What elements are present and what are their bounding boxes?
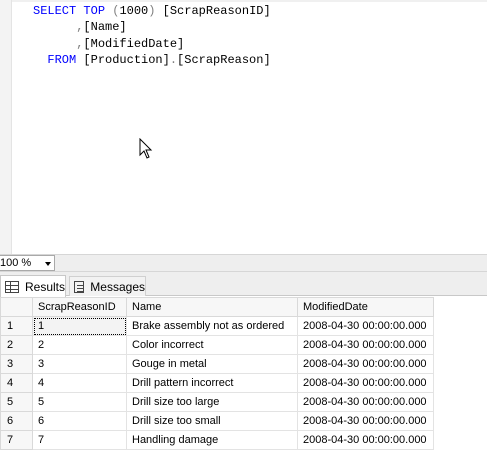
row-number[interactable]: 7 [0, 430, 33, 450]
tab-messages-label: Messages [90, 279, 145, 294]
table-row[interactable]: 3 3 Gouge in metal 2008-04-30 00:00:00.000 [0, 354, 434, 374]
table-row[interactable]: 4 4 Drill pattern incorrect 2008-04-30 00:0… [0, 373, 434, 393]
table-row[interactable]: 6 6 Drill size too small 2008-04-30 00:00:0… [0, 411, 434, 431]
sql-token: [ScrapReason] [177, 52, 271, 67]
cell-scrapreasonid[interactable]: 3 [32, 354, 127, 374]
cell-modifieddate[interactable]: 2008-04-30 00:00:00.000 [297, 354, 434, 374]
chevron-down-icon[interactable] [45, 262, 51, 266]
cell-modifieddate[interactable]: 2008-04-30 00:00:00.000 [297, 373, 434, 393]
tab-results-label: Results [24, 279, 65, 294]
code-line[interactable]: ,[Name] [33, 19, 271, 35]
cell-scrapreasonid[interactable]: 7 [32, 430, 127, 450]
cell-name[interactable]: Handling damage [126, 430, 298, 450]
column-header-scrapreasonid[interactable]: ScrapReasonID [32, 297, 127, 317]
cell-name[interactable]: Gouge in metal [126, 354, 298, 374]
column-header-name[interactable]: Name [126, 297, 298, 317]
column-header-modifieddate[interactable]: ModifiedDate [297, 297, 434, 317]
sql-token: [Production] [76, 52, 170, 67]
row-number[interactable]: 5 [0, 392, 33, 412]
cell-modifieddate[interactable]: 2008-04-30 00:00:00.000 [297, 392, 434, 412]
sql-token: [ModifiedDate] [83, 36, 185, 51]
sql-token: 1000 [119, 4, 149, 18]
cell-modifieddate[interactable]: 2008-04-30 00:00:00.000 [297, 335, 434, 355]
cell-name[interactable]: Drill size too large [126, 392, 298, 412]
messages-icon [74, 280, 85, 293]
zoom-value: 100 % [0, 257, 32, 269]
sql-keyword: TOP [83, 4, 106, 18]
code-line[interactable]: FROM [Production].[ScrapReason] [33, 52, 271, 68]
editor-status-bar: 100 % [0, 254, 487, 272]
row-number[interactable]: 4 [0, 373, 33, 393]
code-line[interactable]: SELECT TOP (1000) [ScrapReasonID] [33, 3, 271, 19]
cell-name[interactable]: Drill size too small [126, 411, 298, 431]
cell-scrapreasonid[interactable]: 6 [32, 411, 127, 431]
grid-icon [5, 280, 19, 293]
query-text[interactable]: SELECT TOP (1000) [ScrapReasonID] ,[Name… [33, 3, 271, 68]
tab-results[interactable]: Results [0, 275, 66, 297]
sql-token: [ScrapReasonID] [155, 4, 271, 18]
cell-name[interactable]: Drill pattern incorrect [126, 373, 298, 393]
row-number[interactable]: 6 [0, 411, 33, 431]
results-table: ScrapReasonID Name ModifiedDate 1 1 Brake … [0, 297, 434, 450]
cell-name[interactable]: Brake assembly not as ordered [126, 316, 298, 336]
zoom-select[interactable]: 100 % [0, 255, 55, 271]
cell-scrapreasonid[interactable]: 5 [32, 392, 127, 412]
table-row[interactable]: 1 1 Brake assembly not as ordered 2008-04-3… [0, 316, 434, 336]
tab-messages[interactable]: Messages [69, 276, 146, 296]
sql-token: . [169, 52, 178, 67]
row-number[interactable]: 1 [0, 316, 33, 336]
cell-name[interactable]: Color incorrect [126, 335, 298, 355]
header-row: ScrapReasonID Name ModifiedDate [0, 297, 434, 317]
cell-scrapreasonid[interactable]: 1 [32, 316, 127, 336]
sql-keyword: FROM [47, 52, 77, 67]
cell-modifieddate[interactable]: 2008-04-30 00:00:00.000 [297, 430, 434, 450]
grid-corner[interactable] [0, 297, 33, 317]
cell-modifieddate[interactable]: 2008-04-30 00:00:00.000 [297, 316, 434, 336]
editor-top-edge [12, 0, 487, 2]
row-number[interactable]: 2 [0, 335, 33, 355]
mouse-pointer-icon [139, 138, 153, 159]
cell-modifieddate[interactable]: 2008-04-30 00:00:00.000 [297, 411, 434, 431]
results-tab-strip: Results Messages [0, 272, 487, 297]
sql-keyword: SELECT [33, 4, 77, 18]
sql-editor[interactable]: SELECT TOP (1000) [ScrapReasonID] ,[Name… [0, 0, 487, 254]
results-grid[interactable]: ScrapReasonID Name ModifiedDate 1 1 Brake … [0, 297, 487, 453]
table-row[interactable]: 5 5 Drill size too large 2008-04-30 00:00:0… [0, 392, 434, 412]
table-row[interactable]: 2 2 Color incorrect 2008-04-30 00:00:00.000 [0, 335, 434, 355]
cell-scrapreasonid[interactable]: 4 [32, 373, 127, 393]
cell-scrapreasonid[interactable]: 2 [32, 335, 127, 355]
row-number[interactable]: 3 [0, 354, 33, 374]
sql-token: [Name] [83, 20, 127, 35]
table-row[interactable]: 7 7 Handling damage 2008-04-30 00:00:00.000 [0, 430, 434, 450]
editor-gutter [0, 0, 12, 254]
code-line[interactable]: ,[ModifiedDate] [33, 36, 271, 52]
